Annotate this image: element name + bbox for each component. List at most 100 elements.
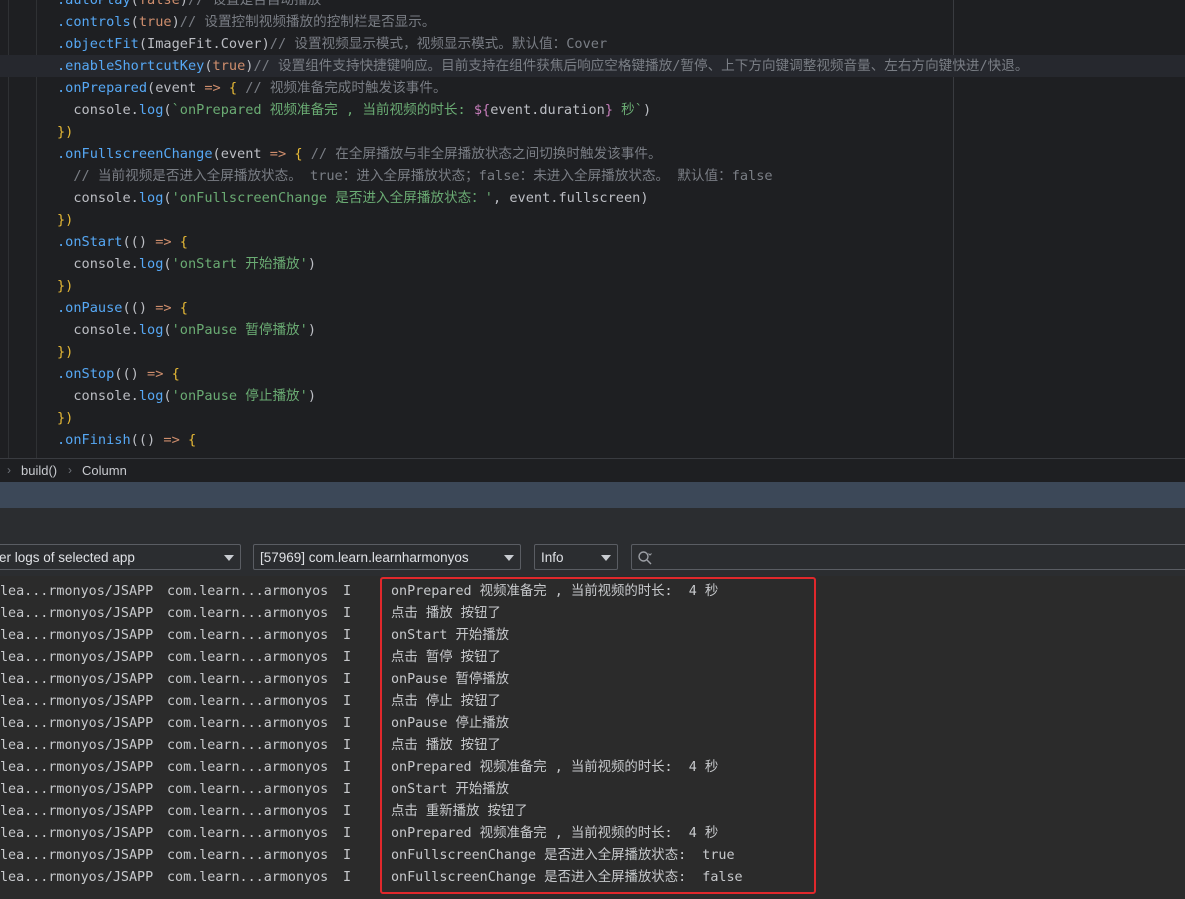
log-row[interactable]: lea...rmonyos/JSAPP com.learn...armonyos I… [0, 735, 1185, 757]
code-token: .onFullscreenChange [57, 146, 213, 162]
code-token: log [138, 388, 164, 404]
code-line: }) [0, 275, 1185, 297]
code-line-content: .objectFit(ImageFit.Cover)// 设置视频显示模式，视频… [57, 33, 607, 55]
code-line: }) [0, 209, 1185, 231]
code-token: (() [114, 366, 148, 382]
code-line: .onFinish(() => { [0, 429, 1185, 451]
log-level: I [343, 672, 352, 687]
code-line-content: }) [57, 121, 73, 143]
code-line-content: .onStart(() => { [57, 231, 188, 253]
code-token: // 设置控制视频播放的控制栏是否显示。 [179, 14, 436, 30]
code-token: => [163, 432, 180, 448]
code-line: }) [0, 407, 1185, 429]
code-line-content: }) [57, 209, 73, 231]
log-msg: 点击 停止 按钮了 [391, 694, 501, 709]
code-token: }) [57, 344, 74, 360]
log-row[interactable]: lea...rmonyos/JSAPP com.learn...armonyos I… [0, 691, 1185, 713]
log-msg: onPause 暂停播放 [391, 672, 510, 687]
code-line: .objectFit(ImageFit.Cover)// 设置视频显示模式，视频… [0, 33, 1185, 55]
log-row[interactable]: lea...rmonyos/JSAPP com.learn...armonyos I… [0, 867, 1185, 889]
code-token: { [294, 146, 303, 162]
app-scope-dropdown[interactable]: er logs of selected app [0, 544, 241, 570]
log-row[interactable]: lea...rmonyos/JSAPP com.learn...armonyos I… [0, 845, 1185, 867]
code-editor[interactable]: .autoPlay(false)// 设置是否自动播放 .controls(tru… [0, 0, 1185, 458]
code-token: 'onFullscreenChange 是否进入全屏播放状态：' [171, 190, 493, 206]
code-token: , event.fullscreen) [493, 190, 649, 206]
code-token: (() [122, 300, 156, 316]
log-pkg: com.learn...armonyos [167, 716, 329, 731]
process-value: [57969] com.learn.learnharmonyos [260, 550, 469, 565]
log-level: I [343, 738, 352, 753]
code-line-content: console.log(`onPrepared 视频准备完 , 当前视频的时长:… [57, 99, 651, 121]
chevron-right-icon: › [7, 463, 11, 477]
log-msg: onPrepared 视频准备完 , 当前视频的时长: 4 秒 [391, 584, 719, 599]
log-tag: lea...rmonyos/JSAPP [0, 804, 154, 819]
code-token: { [187, 432, 197, 448]
code-token: => [155, 300, 172, 316]
code-token: log [138, 322, 164, 338]
breadcrumb-item-build[interactable]: build() [21, 463, 57, 478]
breadcrumb-item-column[interactable]: Column [82, 463, 127, 478]
code-line-content: }) [57, 275, 73, 297]
search-icon [638, 551, 652, 565]
log-pkg: com.learn...armonyos [167, 672, 329, 687]
log-tag: lea...rmonyos/JSAPP [0, 782, 154, 797]
log-row[interactable]: lea...rmonyos/JSAPP com.learn...armonyos I… [0, 757, 1185, 779]
code-line-content: .onPrepared(event => { // 视频准备完成时触发该事件。 [57, 77, 447, 99]
code-token: ( [212, 146, 221, 162]
code-token: ( [163, 388, 172, 404]
breadcrumb: › build() › Column [0, 458, 1185, 483]
code-token: ( [163, 190, 172, 206]
code-line: }) [0, 121, 1185, 143]
log-msg: onFullscreenChange 是否进入全屏播放状态: true [391, 848, 735, 863]
log-level: I [343, 826, 352, 841]
code-token: }) [57, 278, 74, 294]
code-token: true [138, 14, 172, 30]
code-token: ) [642, 102, 652, 118]
log-search-input[interactable] [631, 544, 1185, 570]
log-tag: lea...rmonyos/JSAPP [0, 848, 154, 863]
log-level: I [343, 606, 352, 621]
log-row[interactable]: lea...rmonyos/JSAPP com.learn...armonyos I… [0, 625, 1185, 647]
code-token: console. [57, 256, 139, 272]
code-line-content: .autoPlay(false)// 设置是否自动播放 [57, 0, 321, 11]
log-row[interactable]: lea...rmonyos/JSAPP com.learn...armonyos I… [0, 713, 1185, 735]
log-msg: onPause 停止播放 [391, 716, 510, 731]
log-tag: lea...rmonyos/JSAPP [0, 650, 154, 665]
process-dropdown[interactable]: [57969] com.learn.learnharmonyos [253, 544, 521, 570]
code-token: => [147, 366, 164, 382]
code-line-content: }) [57, 341, 73, 363]
log-row[interactable]: lea...rmonyos/JSAPP com.learn...armonyos I… [0, 801, 1185, 823]
code-line: }) [0, 341, 1185, 363]
log-row[interactable]: lea...rmonyos/JSAPP com.learn...armonyos I… [0, 823, 1185, 845]
log-row[interactable]: lea...rmonyos/JSAPP com.learn...armonyos I… [0, 669, 1185, 691]
log-level: I [343, 804, 352, 819]
code-token: .enableShortcutKey [57, 58, 205, 74]
code-token: log [138, 190, 164, 206]
code-token: }) [57, 212, 74, 228]
log-level: I [343, 848, 352, 863]
code-line: .onFullscreenChange(event => { // 在全屏播放与… [0, 143, 1185, 165]
log-level-value: Info [541, 550, 564, 565]
code-token: // 设置组件支持快捷键响应。目前支持在组件获焦后响应空格键播放/暂停、上下方向… [253, 58, 1029, 74]
code-token: false [138, 0, 180, 8]
code-token: 秒` [613, 102, 643, 118]
log-level-dropdown[interactable]: Info [534, 544, 618, 570]
code-token: // 视频准备完成时触发该事件。 [237, 80, 447, 96]
log-level: I [343, 716, 352, 731]
code-token: .onStart [57, 234, 123, 250]
code-token: ) [307, 388, 316, 404]
code-line-content: .controls(true)// 设置控制视频播放的控制栏是否显示。 [57, 11, 435, 33]
log-row[interactable]: lea...rmonyos/JSAPP com.learn...armonyos I… [0, 779, 1185, 801]
code-line-content: .enableShortcutKey(true)// 设置组件支持快捷键响应。目… [57, 55, 1028, 77]
log-row[interactable]: lea...rmonyos/JSAPP com.learn...armonyos I… [0, 581, 1185, 603]
log-msg: onPrepared 视频准备完 , 当前视频的时长: 4 秒 [391, 760, 719, 775]
code-line: console.log('onFullscreenChange 是否进入全屏播放… [0, 187, 1185, 209]
log-row[interactable]: lea...rmonyos/JSAPP com.learn...armonyos I… [0, 647, 1185, 669]
log-row[interactable]: lea...rmonyos/JSAPP com.learn...armonyos I… [0, 603, 1185, 625]
logcat-toolbar [0, 508, 1185, 541]
code-token: // 在全屏播放与非全屏播放状态之间切换时触发该事件。 [302, 146, 662, 162]
logcat-output[interactable]: lea...rmonyos/JSAPP com.learn...armonyos I… [0, 576, 1185, 899]
